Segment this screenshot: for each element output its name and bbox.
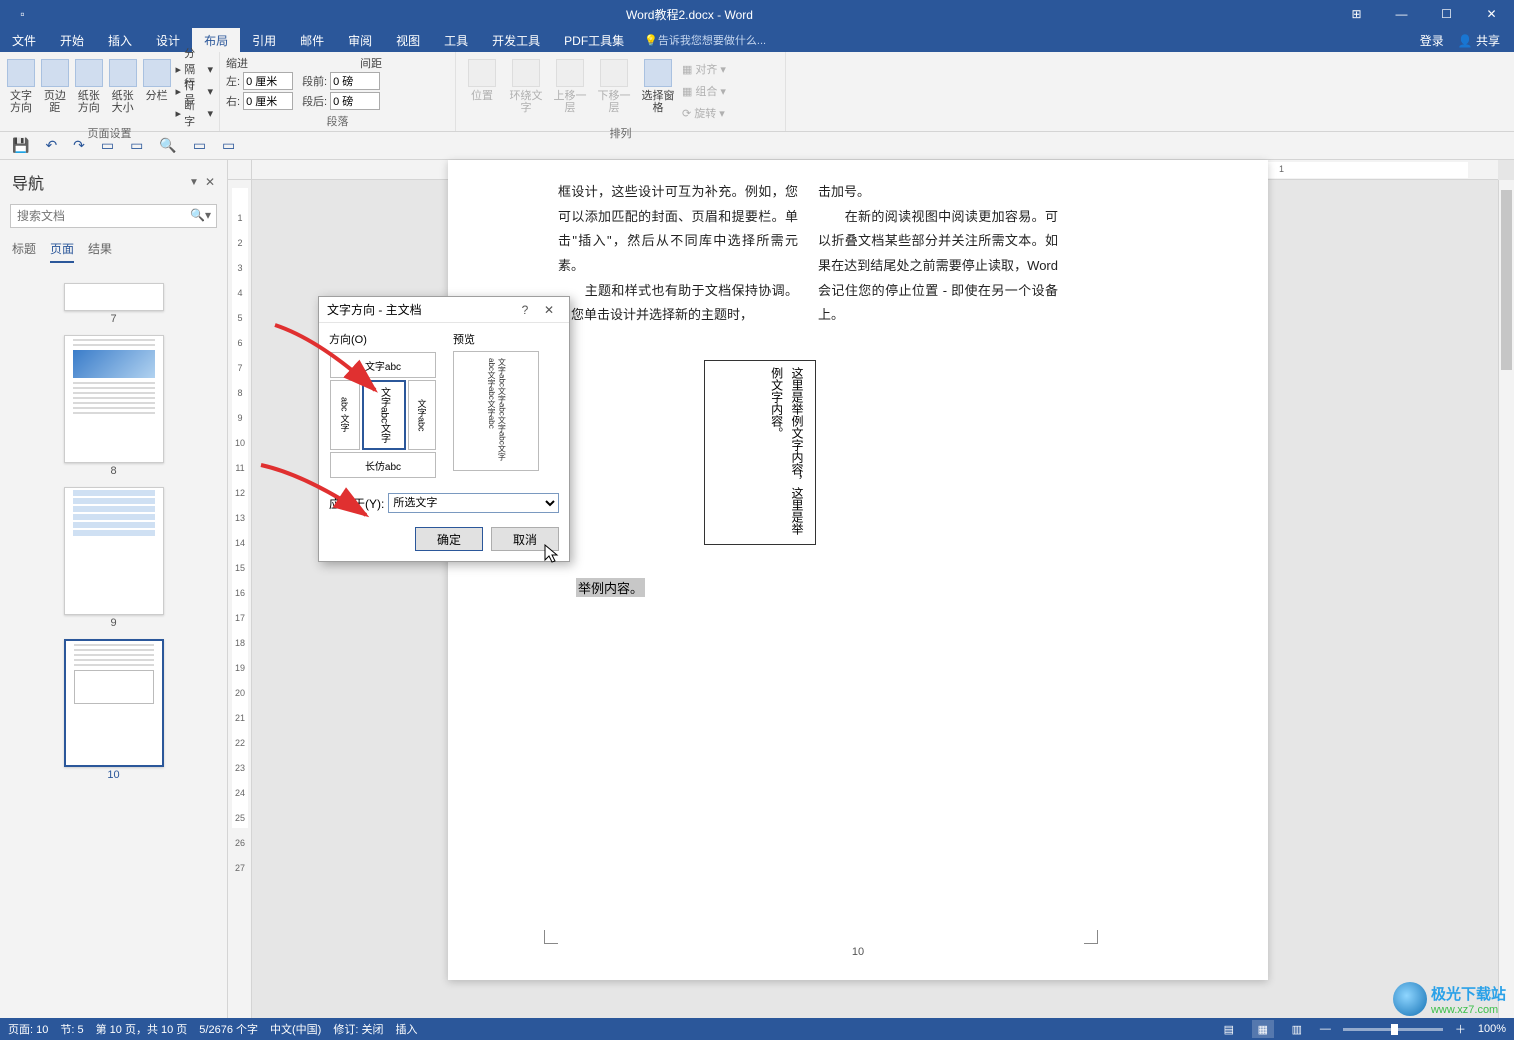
document-title: Word教程2.docx - Word — [45, 6, 1334, 23]
zoom-level[interactable]: 100% — [1478, 1023, 1506, 1035]
orient-vertical-2[interactable]: 文字abc — [408, 380, 436, 450]
tab-dev[interactable]: 开发工具 — [480, 28, 552, 52]
tab-mail[interactable]: 邮件 — [288, 28, 336, 52]
qat-btn-2[interactable]: ▭ — [130, 137, 143, 154]
nav-tab-results[interactable]: 结果 — [88, 240, 112, 263]
status-insert[interactable]: 插入 — [395, 1021, 417, 1037]
tab-home[interactable]: 开始 — [48, 28, 96, 52]
login-link[interactable]: 登录 — [1420, 32, 1444, 49]
vertical-text-box[interactable]: 这里是举例文字内容，这里是举例文字内容。 — [704, 360, 816, 545]
selected-text: 举例内容。 — [576, 578, 645, 597]
navigation-pane: 导航▼✕ 🔍▾ 标题 页面 结果 7 8 9 10 — [0, 160, 228, 1018]
send-backward-button: 下移一层 — [594, 55, 634, 114]
tab-references[interactable]: 引用 — [240, 28, 288, 52]
page-thumb-7[interactable] — [64, 283, 164, 311]
rotate-button: ⟳ 旋转 ▾ — [682, 103, 726, 123]
size-button[interactable]: 纸张大小 — [108, 55, 138, 114]
space-after-input[interactable] — [330, 92, 380, 110]
crop-mark — [544, 930, 558, 944]
logo-icon — [1393, 982, 1427, 1016]
nav-tab-headings[interactable]: 标题 — [12, 240, 36, 263]
text-direction-button[interactable]: 文字方向 — [6, 55, 36, 114]
view-print-icon[interactable]: ▦ — [1252, 1020, 1274, 1038]
undo-icon[interactable]: ↶ — [45, 137, 57, 154]
status-page[interactable]: 页面: 10 — [8, 1021, 48, 1037]
vertical-scrollbar[interactable] — [1498, 180, 1514, 1018]
status-section[interactable]: 节: 5 — [60, 1021, 83, 1037]
status-words[interactable]: 5/2676 个字 — [199, 1021, 258, 1037]
watermark-logo: 极光下载站 www.xz7.com — [1393, 982, 1506, 1016]
ok-button[interactable]: 确定 — [415, 527, 483, 551]
column-1-text: 框设计，这些设计可互为补充。例如，您可以添加匹配的封面、页眉和提要栏。单击"插入… — [558, 180, 798, 328]
ribbon-options-icon[interactable]: ⊞ — [1334, 7, 1379, 21]
margins-button[interactable]: 页边距 — [40, 55, 70, 114]
tab-view[interactable]: 视图 — [384, 28, 432, 52]
redo-icon[interactable]: ↷ — [73, 137, 85, 154]
space-before-input[interactable] — [330, 72, 380, 90]
status-pages[interactable]: 第 10 页，共 10 页 — [96, 1021, 188, 1037]
status-lang[interactable]: 中文(中国) — [270, 1021, 321, 1037]
tab-file[interactable]: 文件 — [0, 28, 48, 52]
zoom-out-icon[interactable]: ― — [1320, 1023, 1331, 1035]
minimize-icon[interactable]: ― — [1379, 0, 1424, 28]
page-thumb-9[interactable] — [64, 487, 164, 615]
position-button: 位置 — [462, 55, 502, 102]
nav-search-input[interactable] — [10, 204, 217, 228]
nav-close-icon[interactable]: ✕ — [205, 175, 215, 189]
tab-review[interactable]: 审阅 — [336, 28, 384, 52]
save-icon[interactable]: 💾 — [12, 137, 29, 154]
crop-mark — [1084, 930, 1098, 944]
qat-btn-5[interactable]: ▭ — [222, 137, 235, 154]
mouse-cursor — [544, 544, 560, 569]
zoom-in-icon[interactable]: ＋ — [1455, 1021, 1466, 1037]
indent-left-input[interactable] — [243, 72, 293, 90]
indent-right-input[interactable] — [243, 92, 293, 110]
qat-btn-4[interactable]: ▭ — [193, 137, 206, 154]
group-button: ▦ 组合 ▾ — [682, 81, 726, 101]
align-button: ▦ 对齐 ▾ — [682, 59, 726, 79]
ruler-corner — [228, 160, 252, 180]
group-paragraph: 段落 — [226, 111, 449, 131]
status-bar: 页面: 10 节: 5 第 10 页，共 10 页 5/2676 个字 中文(中… — [0, 1018, 1514, 1040]
annotation-arrow-2 — [256, 460, 376, 535]
view-read-icon[interactable]: ▤ — [1218, 1020, 1240, 1038]
annotation-arrow-1 — [270, 320, 390, 415]
share-button[interactable]: 👤 共享 — [1458, 32, 1500, 49]
dialog-help-icon[interactable]: ? — [513, 303, 537, 317]
status-track[interactable]: 修订: 关闭 — [333, 1021, 383, 1037]
ruler-vertical[interactable]: 1234567891011121314151617181920212223242… — [228, 180, 252, 1018]
ribbon-display-icon[interactable]: ▫ — [0, 7, 45, 21]
wrap-text-button: 环绕文字 — [506, 55, 546, 114]
qat-btn-1[interactable]: ▭ — [101, 137, 114, 154]
maximize-icon[interactable]: ☐ — [1424, 0, 1469, 28]
nav-tab-pages[interactable]: 页面 — [50, 240, 74, 263]
nav-title: 导航 — [12, 170, 44, 194]
dialog-title: 文字方向 - 主文档 — [327, 301, 513, 318]
nav-dropdown-icon[interactable]: ▼ — [189, 177, 199, 188]
selection-pane-button[interactable]: 选择窗格 — [638, 55, 678, 114]
dialog-close-icon[interactable]: ✕ — [537, 303, 561, 317]
group-arrange: 排列 — [462, 123, 779, 143]
close-icon[interactable]: ✕ — [1469, 0, 1514, 28]
document-page[interactable]: 框设计，这些设计可互为补充。例如，您可以添加匹配的封面、页眉和提要栏。单击"插入… — [448, 160, 1268, 980]
column-2-text: 击加号。 在新的阅读视图中阅读更加容易。可以折叠文档某些部分并关注所需文本。如果… — [818, 180, 1058, 328]
qat-btn-3[interactable]: 🔍 — [159, 137, 176, 154]
zoom-slider[interactable] — [1343, 1028, 1443, 1031]
tell-me-input[interactable]: 💡 告诉我您想要做什么... — [636, 28, 774, 52]
page-number: 10 — [448, 946, 1268, 958]
tab-tools[interactable]: 工具 — [432, 28, 480, 52]
tab-insert[interactable]: 插入 — [96, 28, 144, 52]
page-thumb-8[interactable] — [64, 335, 164, 463]
page-thumb-10[interactable] — [64, 639, 164, 767]
view-web-icon[interactable]: ▥ — [1286, 1020, 1308, 1038]
apply-to-select[interactable]: 所选文字 — [388, 493, 559, 513]
hyphenation-button[interactable]: ▸ 断字 ▾ — [176, 103, 213, 123]
search-icon[interactable]: 🔍▾ — [190, 208, 211, 222]
tab-pdf[interactable]: PDF工具集 — [552, 28, 636, 52]
columns-button[interactable]: 分栏 — [142, 55, 172, 102]
orientation-button[interactable]: 纸张方向 — [74, 55, 104, 114]
bring-forward-button: 上移一层 — [550, 55, 590, 114]
preview-box: 文字abc文字abc文字abc文字abc文字abc文字abc — [453, 351, 539, 471]
